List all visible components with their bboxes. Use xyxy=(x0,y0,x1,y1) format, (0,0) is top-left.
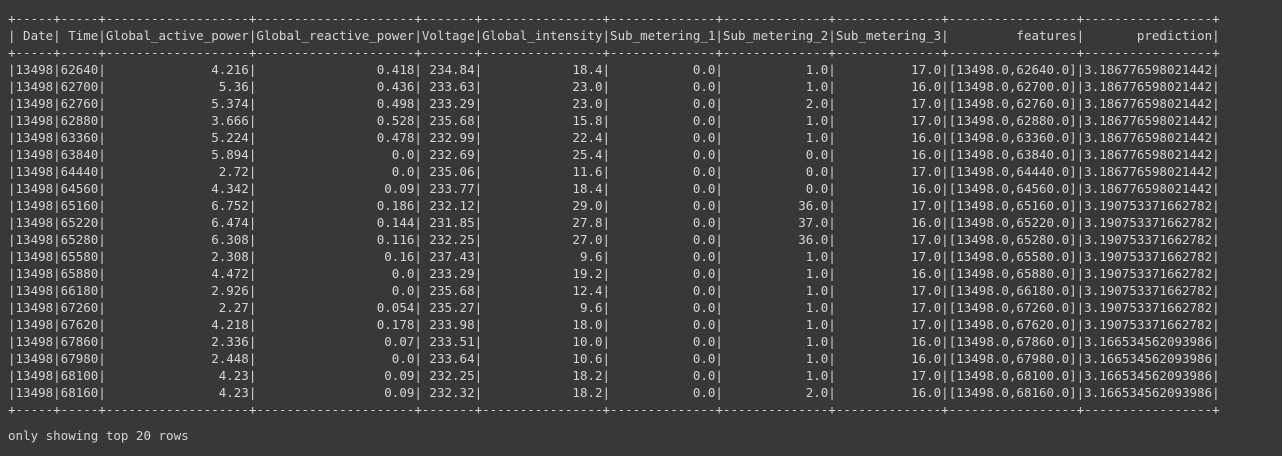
table-row: |13498|67860| 2.336| 0.07| 233.51| 10.0|… xyxy=(8,334,1220,349)
table-row: |13498|62700| 5.36| 0.436| 233.63| 23.0|… xyxy=(8,79,1220,94)
table-row: |13498|62760| 5.374| 0.498| 233.29| 23.0… xyxy=(8,96,1220,111)
table-row: |13498|65220| 6.474| 0.144| 231.85| 27.8… xyxy=(8,215,1220,230)
footer-note: only showing top 20 rows xyxy=(8,428,189,443)
table-header-row: | Date| Time|Global_active_power|Global_… xyxy=(8,28,1220,43)
table-row: |13498|66180| 2.926| 0.0| 235.68| 12.4| … xyxy=(8,283,1220,298)
table-bottom-border: +-----+-----+-------------------+-------… xyxy=(8,402,1220,417)
table-row: |13498|62640| 4.216| 0.418| 234.84| 18.4… xyxy=(8,62,1220,77)
table-row: |13498|68160| 4.23| 0.09| 232.32| 18.2| … xyxy=(8,385,1220,400)
table-row: |13498|68100| 4.23| 0.09| 232.25| 18.2| … xyxy=(8,368,1220,383)
table-row: |13498|67980| 2.448| 0.0| 233.64| 10.6| … xyxy=(8,351,1220,366)
table-row: |13498|63360| 5.224| 0.478| 232.99| 22.4… xyxy=(8,130,1220,145)
table-row: |13498|65880| 4.472| 0.0| 233.29| 19.2| … xyxy=(8,266,1220,281)
table-row: |13498|67620| 4.218| 0.178| 233.98| 18.0… xyxy=(8,317,1220,332)
table-row: |13498|67260| 2.27| 0.054| 235.27| 9.6| … xyxy=(8,300,1220,315)
table-row: |13498|65580| 2.308| 0.16| 237.43| 9.6| … xyxy=(8,249,1220,264)
table-output: +-----+-----+-------------------+-------… xyxy=(8,10,1278,418)
table-row: |13498|65280| 6.308| 0.116| 232.25| 27.0… xyxy=(8,232,1220,247)
table-row: |13498|62880| 3.666| 0.528| 235.68| 15.8… xyxy=(8,113,1220,128)
table-top-border: +-----+-----+-------------------+-------… xyxy=(8,11,1220,26)
table-row: |13498|64560| 4.342| 0.09| 233.77| 18.4|… xyxy=(8,181,1220,196)
table-row: |13498|63840| 5.894| 0.0| 232.69| 25.4| … xyxy=(8,147,1220,162)
table-row: |13498|65160| 6.752| 0.186| 232.12| 29.0… xyxy=(8,198,1220,213)
table-row: |13498|64440| 2.72| 0.0| 235.06| 11.6| 0… xyxy=(8,164,1220,179)
table-header-border: +-----+-----+-------------------+-------… xyxy=(8,45,1220,60)
